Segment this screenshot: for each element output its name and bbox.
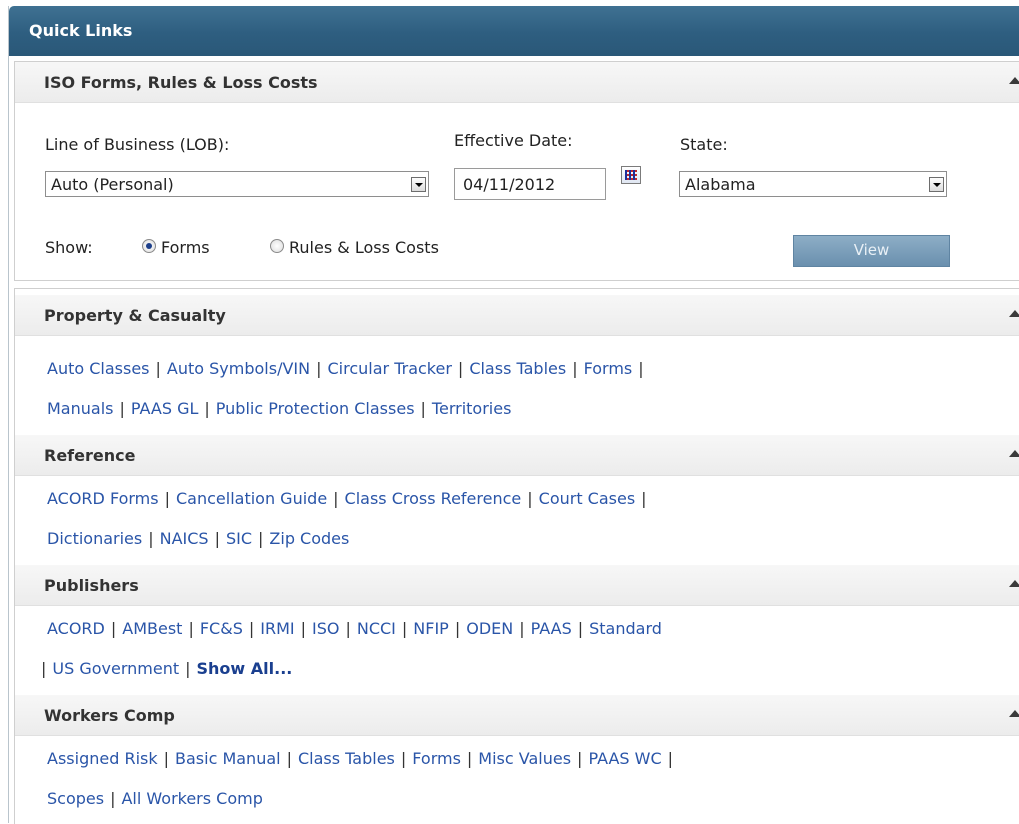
section-title-publishers: Publishers [44, 576, 139, 595]
link-assigned-risk[interactable]: Assigned Risk [47, 749, 158, 768]
workers-links-line-2: Scopes | All Workers Comp [47, 789, 263, 808]
link-forms[interactable]: Forms [584, 359, 633, 378]
link-auto-classes[interactable]: Auto Classes [47, 359, 150, 378]
link-ambest[interactable]: AMBest [122, 619, 182, 638]
link-territories[interactable]: Territories [432, 399, 511, 418]
publishers-links-line-2: | US Government | Show All... [41, 659, 293, 678]
section-header-workers-comp[interactable]: Workers Comp [15, 695, 1019, 736]
link-fcs[interactable]: FC&S [200, 619, 243, 638]
panel-title-bar: Quick Links [9, 6, 1019, 56]
workers-links-line-1: Assigned Risk | Basic Manual | Class Tables |… [47, 749, 674, 768]
link-all-workers-comp[interactable]: All Workers Comp [121, 789, 262, 808]
link-auto-symbols-vin[interactable]: Auto Symbols/VIN [167, 359, 310, 378]
reference-links-line-2: Dictionaries | NAICS | SIC | Zip Codes [47, 529, 350, 548]
link-nfip[interactable]: NFIP [413, 619, 449, 638]
link-us-government[interactable]: US Government [52, 659, 179, 678]
effective-date-label: Effective Date: [454, 131, 573, 150]
collapse-caret-icon[interactable] [1009, 580, 1019, 587]
collapse-caret-icon[interactable] [1009, 450, 1019, 457]
pc-links-line-1: Auto Classes | Auto Symbols/VIN | Circular T… [47, 359, 644, 378]
lob-label: Line of Business (LOB): [45, 135, 230, 154]
link-naics[interactable]: NAICS [160, 529, 209, 548]
link-zip-codes[interactable]: Zip Codes [269, 529, 349, 548]
chevron-down-icon[interactable] [411, 177, 426, 192]
radio-rules-loss-costs[interactable] [270, 239, 284, 253]
radio-forms-label[interactable]: Forms [161, 238, 210, 257]
show-label: Show: [45, 238, 93, 257]
show-all-label: Show All... [196, 659, 293, 678]
link-class-tables[interactable]: Class Tables [469, 359, 566, 378]
state-select[interactable]: Alabama [679, 171, 947, 197]
link-wc-class-tables[interactable]: Class Tables [298, 749, 395, 768]
radio-rules-label[interactable]: Rules & Loss Costs [289, 238, 439, 257]
link-cancellation-guide[interactable]: Cancellation Guide [176, 489, 327, 508]
link-circular-tracker[interactable]: Circular Tracker [328, 359, 452, 378]
iso-section-header[interactable]: ISO Forms, Rules & Loss Costs [15, 62, 1019, 103]
link-acord-forms[interactable]: ACORD Forms [47, 489, 159, 508]
collapse-caret-icon[interactable] [1009, 710, 1019, 717]
link-manuals[interactable]: Manuals [47, 399, 113, 418]
pc-links-line-2: Manuals | PAAS GL | Public Protection Classe… [47, 399, 512, 418]
section-title-property-casualty: Property & Casualty [44, 306, 226, 325]
section-header-property-casualty[interactable]: Property & Casualty [15, 295, 1019, 336]
section-title-workers-comp: Workers Comp [44, 706, 175, 725]
effective-date-input[interactable]: 04/11/2012 [454, 168, 606, 200]
link-irmi[interactable]: IRMI [260, 619, 294, 638]
link-paas-wc[interactable]: PAAS WC [588, 749, 661, 768]
collapse-caret-icon[interactable] [1009, 77, 1019, 84]
effective-date-value: 04/11/2012 [463, 175, 556, 194]
link-court-cases[interactable]: Court Cases [539, 489, 636, 508]
link-acord[interactable]: ACORD [47, 619, 105, 638]
lob-select[interactable]: Auto (Personal) [45, 171, 429, 197]
radio-forms[interactable] [142, 239, 156, 253]
link-show-all[interactable]: Show All... [197, 659, 293, 678]
link-public-protection-classes[interactable]: Public Protection Classes [216, 399, 415, 418]
section-header-publishers[interactable]: Publishers [15, 565, 1019, 606]
quick-links-panel: Quick Links ISO Forms, Rules & Loss Cost… [8, 6, 1019, 824]
state-label: State: [680, 135, 728, 154]
collapse-caret-icon[interactable] [1009, 310, 1019, 317]
section-title-reference: Reference [44, 446, 136, 465]
link-sic[interactable]: SIC [226, 529, 252, 548]
iso-section-title: ISO Forms, Rules & Loss Costs [44, 73, 318, 92]
calendar-icon[interactable] [621, 166, 641, 184]
link-basic-manual[interactable]: Basic Manual [175, 749, 281, 768]
link-wc-forms[interactable]: Forms [412, 749, 461, 768]
link-misc-values[interactable]: Misc Values [478, 749, 571, 768]
panel-title: Quick Links [29, 21, 133, 40]
link-standard[interactable]: Standard [589, 619, 662, 638]
link-ncci[interactable]: NCCI [357, 619, 396, 638]
link-class-cross-reference[interactable]: Class Cross Reference [345, 489, 522, 508]
link-iso[interactable]: ISO [312, 619, 339, 638]
link-dictionaries[interactable]: Dictionaries [47, 529, 142, 548]
chevron-down-icon[interactable] [929, 177, 944, 192]
link-scopes[interactable]: Scopes [47, 789, 104, 808]
link-oden[interactable]: ODEN [466, 619, 513, 638]
link-paas[interactable]: PAAS [531, 619, 572, 638]
link-paas-gl[interactable]: PAAS GL [131, 399, 199, 418]
publishers-links-line-1: ACORD | AMBest | FC&S | IRMI | ISO | NCCI | NFIP | ODE… [47, 619, 662, 638]
section-header-reference[interactable]: Reference [15, 435, 1019, 476]
state-select-value: Alabama [685, 175, 756, 194]
reference-links-line-1: ACORD Forms | Cancellation Guide | Class Cro… [47, 489, 647, 508]
lob-select-value: Auto (Personal) [51, 175, 174, 194]
view-button[interactable]: View [793, 235, 950, 267]
